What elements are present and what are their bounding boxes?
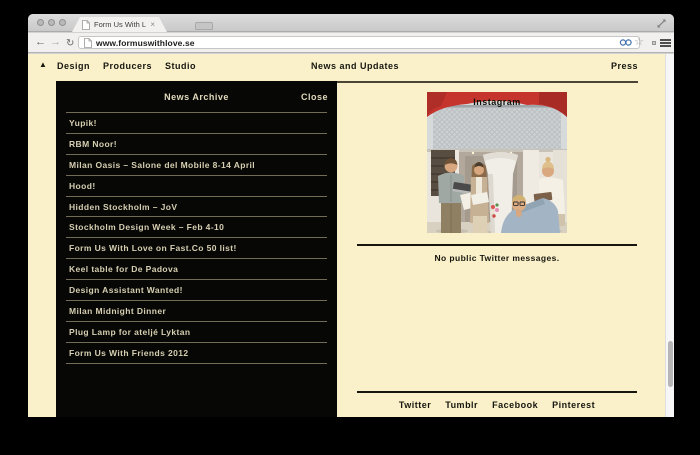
scrollbar-track[interactable] (665, 54, 674, 417)
reload-icon[interactable]: ↻ (66, 36, 74, 51)
news-item[interactable]: Milan Oasis – Salone del Mobile 8-14 Apr… (66, 155, 327, 176)
social-link-twitter[interactable]: Twitter (399, 400, 431, 410)
chrome-menu-icon[interactable] (660, 39, 671, 49)
news-item[interactable]: Design Assistant Wanted! (66, 280, 327, 301)
browser-tab[interactable]: Form Us With Love × (72, 17, 167, 32)
screenshot-root: Form Us With Love × ← → ↻ www.formuswith… (0, 0, 700, 455)
instagram-section-label[interactable]: Instagram (427, 97, 567, 107)
social-link-pinterest[interactable]: Pinterest (552, 400, 595, 410)
new-tab-button[interactable] (195, 22, 213, 30)
nav-item-studio[interactable]: Studio (165, 61, 196, 71)
nav-item-press[interactable]: Press (611, 61, 638, 71)
news-item[interactable]: Milan Midnight Dinner (66, 301, 327, 322)
main-nav: Design Producers Studio (57, 61, 196, 71)
browser-toolbar: ← → ↻ www.formuswithlove.se ☆ (28, 33, 674, 53)
tab-title: Form Us With Love (94, 20, 146, 29)
social-links: Twitter Tumblr Facebook Pinterest (357, 400, 637, 410)
divider-bottom (357, 391, 637, 393)
url-text: www.formuswithlove.se (96, 38, 195, 48)
news-item[interactable]: Hood! (66, 176, 327, 197)
minimize-window-icon[interactable] (48, 19, 55, 26)
extension-glasses-icon[interactable] (619, 36, 632, 49)
twitter-status-text: No public Twitter messages. (357, 253, 637, 263)
news-item[interactable]: Plug Lamp for ateljé Lyktan (66, 322, 327, 343)
back-icon[interactable]: ← (35, 35, 46, 50)
page-icon (84, 38, 92, 48)
scrollbar-thumb[interactable] (668, 341, 673, 387)
news-item[interactable]: Yupik! (66, 113, 327, 134)
news-item[interactable]: RBM Noor! (66, 134, 327, 155)
forward-icon[interactable]: → (50, 35, 61, 50)
window-controls[interactable] (37, 19, 66, 26)
zoom-window-icon[interactable] (59, 19, 66, 26)
fullscreen-icon[interactable] (656, 18, 667, 29)
close-button[interactable]: Close (301, 92, 328, 102)
bookmark-star-icon[interactable]: ☆ (634, 35, 644, 49)
news-item[interactable]: Hidden Stockholm – JoV (66, 197, 327, 218)
divider-middle (357, 244, 637, 246)
news-item[interactable]: Stockholm Design Week – Feb 4-10 (66, 217, 327, 238)
home-triangle-icon[interactable]: ▲ (39, 60, 47, 69)
social-link-tumblr[interactable]: Tumblr (445, 400, 478, 410)
news-item[interactable]: Form Us With Love on Fast.Co 50 list! (66, 238, 327, 259)
page-favicon-icon (82, 20, 90, 30)
news-archive-panel: News Archive Close Yupik! RBM Noor! Mila… (56, 81, 337, 417)
close-window-icon[interactable] (37, 19, 44, 26)
extension-square-icon[interactable] (652, 41, 656, 45)
nav-item-news-and-updates[interactable]: News and Updates (311, 61, 399, 71)
address-bar[interactable]: www.formuswithlove.se (78, 36, 640, 49)
news-item[interactable]: Form Us With Friends 2012 (66, 343, 327, 364)
divider-top (337, 81, 638, 83)
news-item[interactable]: Keel table for De Padova (66, 259, 327, 280)
instagram-photo[interactable] (427, 92, 567, 233)
nav-item-producers[interactable]: Producers (103, 61, 152, 71)
news-archive-list: Yupik! RBM Noor! Milan Oasis – Salone de… (66, 112, 327, 364)
tab-close-icon[interactable]: × (150, 21, 155, 29)
window-titlebar: Form Us With Love × (28, 14, 674, 32)
nav-item-design[interactable]: Design (57, 61, 90, 71)
browser-window: Form Us With Love × ← → ↻ www.formuswith… (28, 14, 674, 417)
page-content: ▲ Design Producers Studio News and Updat… (28, 54, 674, 417)
social-link-facebook[interactable]: Facebook (492, 400, 538, 410)
news-archive-title: News Archive (56, 92, 337, 102)
